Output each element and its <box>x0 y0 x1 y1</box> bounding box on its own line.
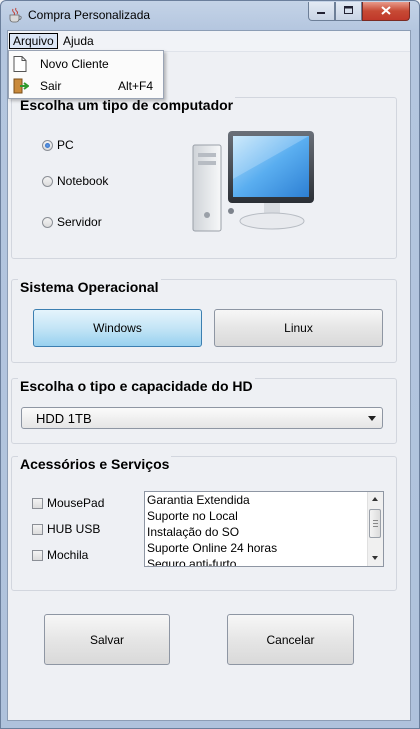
list-item[interactable]: Seguro anti-furto <box>147 556 236 566</box>
grip-line <box>373 523 378 524</box>
computer-type-title: Escolha um tipo de computador <box>18 97 236 113</box>
menu-bar: Arquivo Ajuda <box>8 31 410 52</box>
list-item[interactable]: Garantia Extendida <box>147 492 250 508</box>
close-icon <box>381 4 391 18</box>
cancel-button[interactable]: Cancelar <box>227 614 354 665</box>
radio-pc-label: PC <box>57 138 74 152</box>
title-bar[interactable]: Compra Personalizada <box>1 1 419 31</box>
minimize-icon <box>317 4 326 18</box>
os-panel: Sistema Operacional Windows Linux <box>11 279 397 363</box>
desktop-computer-icon <box>190 129 320 242</box>
hd-title: Escolha o tipo e capacidade do HD <box>18 378 255 394</box>
menu-item-label: Sair <box>40 79 62 93</box>
checkbox-mousepad[interactable]: MousePad <box>32 496 104 510</box>
list-item[interactable]: Instalação do SO <box>147 524 239 540</box>
menu-ajuda[interactable]: Ajuda <box>60 33 97 49</box>
hd-select[interactable]: HDD 1TB <box>21 407 383 429</box>
checkbox-hub-usb-label: HUB USB <box>47 522 101 536</box>
maximize-button[interactable] <box>335 2 362 21</box>
checkbox[interactable] <box>32 549 43 561</box>
linux-button[interactable]: Linux <box>214 309 383 347</box>
radio-notebook[interactable]: Notebook <box>42 174 108 188</box>
scroll-down-arrow-icon[interactable] <box>372 556 378 560</box>
radio-pc[interactable]: PC <box>42 138 74 152</box>
menu-arquivo[interactable]: Arquivo <box>9 33 58 49</box>
exit-door-icon <box>13 78 30 94</box>
window-title: Compra Personalizada <box>28 8 151 22</box>
new-document-icon <box>13 56 27 72</box>
checkbox[interactable] <box>32 523 43 535</box>
list-item[interactable]: Suporte Online 24 horas <box>147 540 277 556</box>
minimize-button[interactable] <box>308 2 335 21</box>
close-button[interactable] <box>362 2 410 21</box>
services-list[interactable]: Garantia Extendida Suporte no Local Inst… <box>144 491 384 567</box>
grip-line <box>373 526 378 527</box>
scrollbar-thumb[interactable] <box>369 509 381 538</box>
computer-type-panel: Escolha um tipo de computador PC Noteboo… <box>11 97 397 259</box>
accessories-title: Acessórios e Serviços <box>18 456 172 472</box>
chevron-down-icon <box>368 416 376 421</box>
menu-item-accelerator: Alt+F4 <box>118 79 154 93</box>
hd-select-value: HDD 1TB <box>36 411 92 426</box>
list-item[interactable]: Suporte no Local <box>147 508 238 524</box>
vertical-scrollbar[interactable] <box>367 492 383 566</box>
menu-item-sair[interactable]: Sair Alt+F4 <box>9 75 163 97</box>
checkbox-mochila-label: Mochila <box>47 548 89 562</box>
radio-notebook-label: Notebook <box>57 174 109 188</box>
radio-servidor[interactable]: Servidor <box>42 215 102 229</box>
checkbox-hub-usb[interactable]: HUB USB <box>32 522 100 536</box>
radio-servidor-label: Servidor <box>57 215 102 229</box>
java-cup-icon <box>8 7 22 23</box>
grip-line <box>373 520 378 521</box>
maximize-icon <box>344 4 353 18</box>
scroll-up-arrow-icon[interactable] <box>372 497 378 501</box>
os-title: Sistema Operacional <box>18 279 161 295</box>
arquivo-dropdown-menu: Novo Cliente Sair Alt+F4 <box>8 50 164 99</box>
checkbox-mousepad-label: MousePad <box>47 496 105 510</box>
menu-item-label: Novo Cliente <box>40 57 109 71</box>
radio-button[interactable] <box>42 216 53 228</box>
radio-button[interactable] <box>42 175 53 187</box>
checkbox-mochila[interactable]: Mochila <box>32 548 88 562</box>
checkbox[interactable] <box>32 497 43 509</box>
menu-item-novo-cliente[interactable]: Novo Cliente <box>9 53 163 75</box>
radio-button-checked[interactable] <box>42 139 53 151</box>
windows-button[interactable]: Windows <box>33 309 202 347</box>
save-button[interactable]: Salvar <box>44 614 170 665</box>
